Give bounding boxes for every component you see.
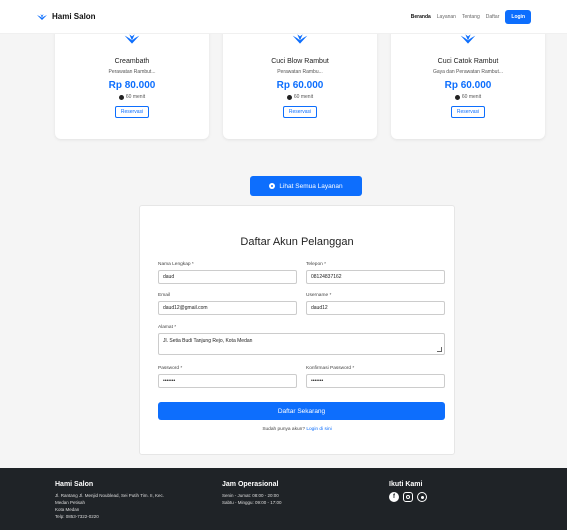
- alamat-textarea[interactable]: Jl. Setia Budi Tanjung Rejo, Kota Medan: [158, 333, 445, 355]
- service-price: Rp 60.000: [276, 80, 324, 91]
- nav-link-daftar[interactable]: Daftar: [486, 14, 500, 20]
- eye-icon: [269, 183, 276, 189]
- service-cards: Creambath Perawatan Rambut... Rp 80.000 …: [55, 20, 546, 139]
- footer-hours-title: Jam Operasional: [222, 481, 279, 488]
- footer-hours-line: Sabtu - Minggu: 09:00 - 17:00: [222, 500, 282, 505]
- email-label: Email: [158, 293, 170, 298]
- alamat-label: Alamat *: [158, 325, 177, 330]
- clock-icon: [454, 94, 460, 100]
- nav-link-tentang[interactable]: Tentang: [462, 14, 480, 20]
- service-price: Rp 60.000: [444, 80, 492, 91]
- clock-icon: [118, 94, 124, 100]
- email-input[interactable]: daud12@gmail.com: [158, 301, 297, 315]
- facebook-icon[interactable]: f: [389, 492, 399, 502]
- nav-link-beranda[interactable]: Beranda: [411, 14, 431, 20]
- footer-phone: Telp: 0853-7322-0220: [55, 514, 99, 519]
- service-card-cuci-blow: Cuci Blow Rambut Perawatan Rambu... Rp 6…: [223, 20, 377, 139]
- service-desc: Gaya dan Perawatan Rambut...: [432, 69, 504, 75]
- service-card-cuci-catok: Cuci Catok Rambut Gaya dan Perawatan Ram…: [391, 20, 545, 139]
- brand[interactable]: Hami Salon: [36, 12, 96, 21]
- register-section: Daftar Akun Pelanggan Nama Lengkap * dau…: [0, 200, 567, 468]
- login-button[interactable]: Login: [505, 9, 531, 24]
- login-hint-text: Sudah punya akun?: [262, 427, 305, 432]
- footer: Hami Salon Jl. Rantang Jl. Menjid Nouble…: [0, 468, 567, 530]
- lotus-icon: [124, 32, 140, 50]
- service-desc: Perawatan Rambu...: [277, 69, 323, 75]
- reserve-button[interactable]: Reservasi: [450, 106, 486, 118]
- footer-hours-line: Senin - Jumat: 08:00 - 20:00: [222, 493, 279, 498]
- username-label: Username *: [306, 293, 332, 298]
- clock-icon: [286, 94, 292, 100]
- service-duration: 60 menit: [286, 94, 314, 100]
- reserve-button[interactable]: Reservasi: [282, 106, 318, 118]
- footer-hours: Jam Operasional Senin - Jumat: 08:00 - 2…: [222, 481, 282, 506]
- footer-address-line: Kota Medan: [55, 507, 80, 512]
- see-all-services-button[interactable]: Lihat Semua Layanan: [250, 176, 362, 196]
- lotus-icon: [292, 32, 308, 50]
- social-icons: f: [389, 492, 427, 502]
- duration-text: 60 menit: [293, 94, 314, 100]
- nama-input[interactable]: daud: [158, 270, 297, 284]
- nav-links: Beranda Layanan Tentang Daftar Login: [411, 9, 531, 24]
- footer-address-line: Medan Petisah: [55, 500, 86, 505]
- reserve-button[interactable]: Reservasi: [114, 106, 150, 118]
- login-hint: Sudah punya akun? Login di sini: [140, 427, 454, 432]
- service-desc: Perawatan Rambut...: [108, 69, 156, 75]
- service-title: Cuci Catok Rambut: [437, 58, 499, 65]
- resize-handle-icon[interactable]: [437, 347, 442, 352]
- service-card-creambath: Creambath Perawatan Rambut... Rp 80.000 …: [55, 20, 209, 139]
- login-link[interactable]: Login di sini: [306, 427, 331, 432]
- services-section: Creambath Perawatan Rambut... Rp 80.000 …: [0, 20, 567, 200]
- alamat-value: Jl. Setia Budi Tanjung Rejo, Kota Medan: [163, 338, 253, 344]
- brand-name: Hami Salon: [52, 12, 96, 21]
- konfirmasi-label: Konfirmasi Password *: [306, 366, 355, 371]
- duration-text: 60 menit: [125, 94, 146, 100]
- submit-button[interactable]: Daftar Sekarang: [158, 402, 445, 420]
- password-input[interactable]: •••••••: [158, 374, 297, 388]
- footer-about-title: Hami Salon: [55, 481, 94, 488]
- see-all-label: Lihat Semua Layanan: [279, 182, 343, 190]
- telepon-label: Telepon *: [306, 262, 327, 267]
- service-duration: 60 menit: [118, 94, 146, 100]
- service-price: Rp 80.000: [108, 80, 156, 91]
- footer-social-title: Ikuti Kami: [389, 481, 423, 488]
- footer-address-line: Jl. Rantang Jl. Menjid Noublead, Sei Put…: [55, 493, 165, 498]
- salon-logo-icon: [37, 13, 47, 20]
- footer-social: Ikuti Kami f: [389, 481, 427, 502]
- form-title: Daftar Akun Pelanggan: [240, 236, 354, 248]
- service-title: Creambath: [114, 58, 150, 65]
- register-form: Daftar Akun Pelanggan Nama Lengkap * dau…: [139, 205, 455, 455]
- username-input[interactable]: daud12: [306, 301, 445, 315]
- konfirmasi-input[interactable]: •••••••: [306, 374, 445, 388]
- instagram-icon[interactable]: [403, 492, 413, 502]
- nama-label: Nama Lengkap *: [158, 262, 194, 267]
- nav-link-layanan[interactable]: Layanan: [437, 14, 456, 20]
- service-duration: 60 menit: [454, 94, 482, 100]
- service-title: Cuci Blow Rambut: [271, 58, 329, 65]
- footer-about: Hami Salon Jl. Rantang Jl. Menjid Nouble…: [55, 481, 164, 520]
- navbar: Hami Salon Beranda Layanan Tentang Dafta…: [0, 0, 567, 34]
- whatsapp-icon[interactable]: [417, 492, 427, 502]
- duration-text: 60 menit: [461, 94, 482, 100]
- telepon-input[interactable]: 08124837162: [306, 270, 445, 284]
- lotus-icon: [460, 32, 476, 50]
- password-label: Password *: [158, 366, 183, 371]
